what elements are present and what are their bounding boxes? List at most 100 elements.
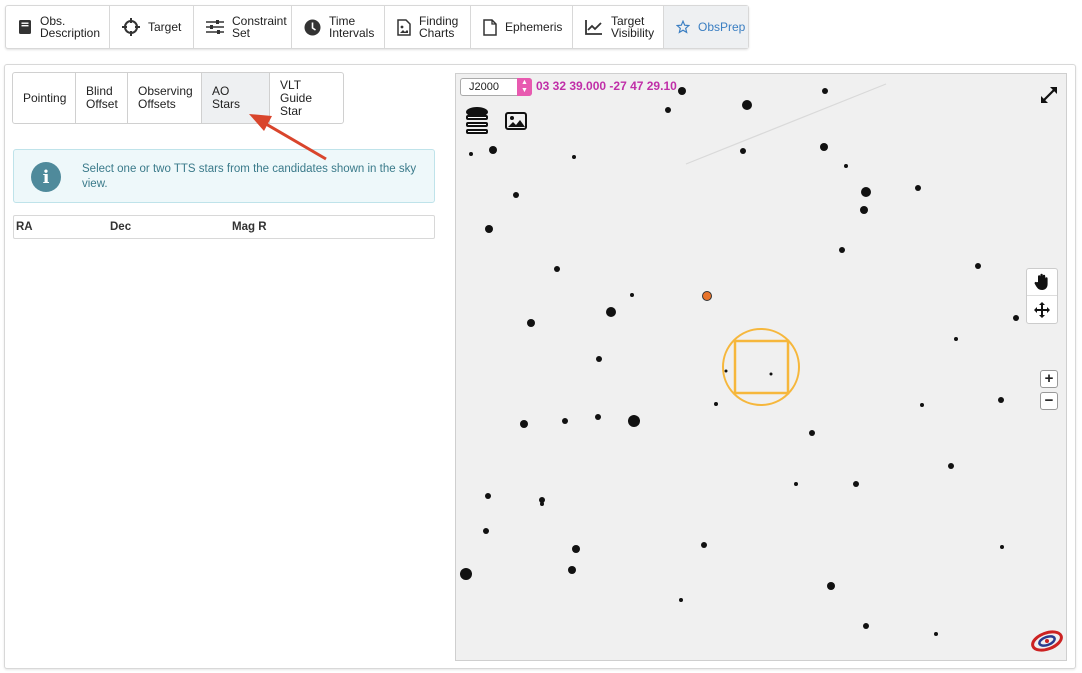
tab-obsprep[interactable]: ObsPrep [664,6,748,48]
tab-label: Visibility [611,26,655,40]
subtab-blind-offset[interactable]: Blind Offset [76,73,128,123]
star [628,415,640,427]
subtab-label: Offset [86,97,118,111]
image-icon [505,112,527,130]
subtab-label: Blind [86,84,113,98]
frame-value: J2000 [469,81,499,93]
sky-view[interactable]: J2000 ▲ ▼ 03 32 39.000 -27 47 29.10 + − [455,73,1067,661]
move-button[interactable] [1027,297,1057,323]
star [596,356,602,362]
subtab-label: Offsets [138,97,176,111]
subtab-pointing[interactable]: Pointing [13,73,76,123]
column-header-dec: Dec [110,221,132,233]
file-icon [483,18,497,36]
hand-icon [1034,273,1048,290]
star [595,414,601,420]
star [740,148,746,154]
image-survey-button[interactable] [504,110,528,132]
star [679,598,683,602]
star [485,493,491,499]
subtab-observing-offsets[interactable]: Observing Offsets [128,73,202,123]
subtab-label: Observing [138,84,193,98]
star [794,482,798,486]
star [948,463,954,469]
subtab-vlt-guide-star[interactable]: VLT Guide Star [270,73,343,123]
star [520,420,528,428]
star [1013,315,1019,321]
star [630,293,634,297]
tab-label: Charts [419,26,455,40]
tab-time-intervals[interactable]: Time Intervals [292,6,385,48]
subtab-label: Star [280,103,303,118]
star [562,418,568,424]
subtab-label: VLT Guide [280,77,313,105]
star [853,481,859,487]
star [665,107,671,113]
star [460,568,472,580]
center-coordinates: 03 32 39.000 -27 47 29.10 [536,79,677,93]
star [489,146,497,154]
star [483,528,489,534]
layers-button[interactable] [462,106,492,136]
zoom-in-button[interactable]: + [1040,370,1058,388]
star [827,582,835,590]
star [934,632,938,636]
star [920,403,924,407]
aladin-logo-icon [1031,630,1063,652]
star [554,266,560,272]
frame-select[interactable]: J2000 ▲ ▼ [460,78,532,96]
candidate-star-marker [702,291,712,301]
subtab-label: AO Stars [212,84,241,111]
tab-ephemeris[interactable]: Ephemeris [471,6,573,48]
tab-target[interactable]: Target [110,6,194,48]
tab-obs-description[interactable]: Obs. Description [6,6,110,48]
star [527,319,535,327]
star [839,247,845,253]
image-file-icon [397,18,411,36]
star [572,545,580,553]
layers-icon [466,107,488,134]
crosshair-icon [122,18,140,36]
obsprep-sub-tabs: Pointing Blind Offset Observing Offsets AO… [12,72,344,124]
tab-target-visibility[interactable]: Target Visibility [573,6,664,48]
tab-label: Set [232,26,251,40]
tab-label: Ephemeris [505,20,563,34]
star [844,164,848,168]
star [678,87,686,95]
subtab-label: Pointing [23,90,67,105]
zoom-out-button[interactable]: − [1040,392,1058,410]
info-alert: i Select one or two TTS stars from the c… [13,149,435,203]
star [485,225,493,233]
star [860,206,868,214]
star [863,623,869,629]
subtab-ao-stars[interactable]: AO Stars [202,73,270,123]
expand-icon [1041,87,1057,103]
line-chart-icon [585,18,603,36]
book-icon [18,18,32,36]
star [1000,545,1004,549]
star [820,143,828,151]
clock-icon [304,18,321,36]
star [998,397,1004,403]
pan-hand-button[interactable] [1027,269,1057,296]
column-header-ra: RA [16,221,33,233]
star [572,155,576,159]
star [513,192,519,198]
star [606,307,616,317]
move-arrows-icon [1034,302,1050,318]
star [822,88,828,94]
star [954,337,958,341]
tab-finding-charts[interactable]: Finding Charts [385,6,471,48]
fullscreen-button[interactable] [1038,84,1060,106]
ao-stars-table-header: RA Dec Mag R [13,215,435,239]
tab-constraint-set[interactable]: Constraint Set [194,6,292,48]
star [540,502,544,506]
star [701,542,707,548]
star [568,566,576,574]
star [469,152,473,156]
star [714,402,718,406]
star [769,372,773,376]
star [975,263,981,269]
select-caret-icon: ▲ ▼ [517,78,532,96]
star [861,187,871,197]
